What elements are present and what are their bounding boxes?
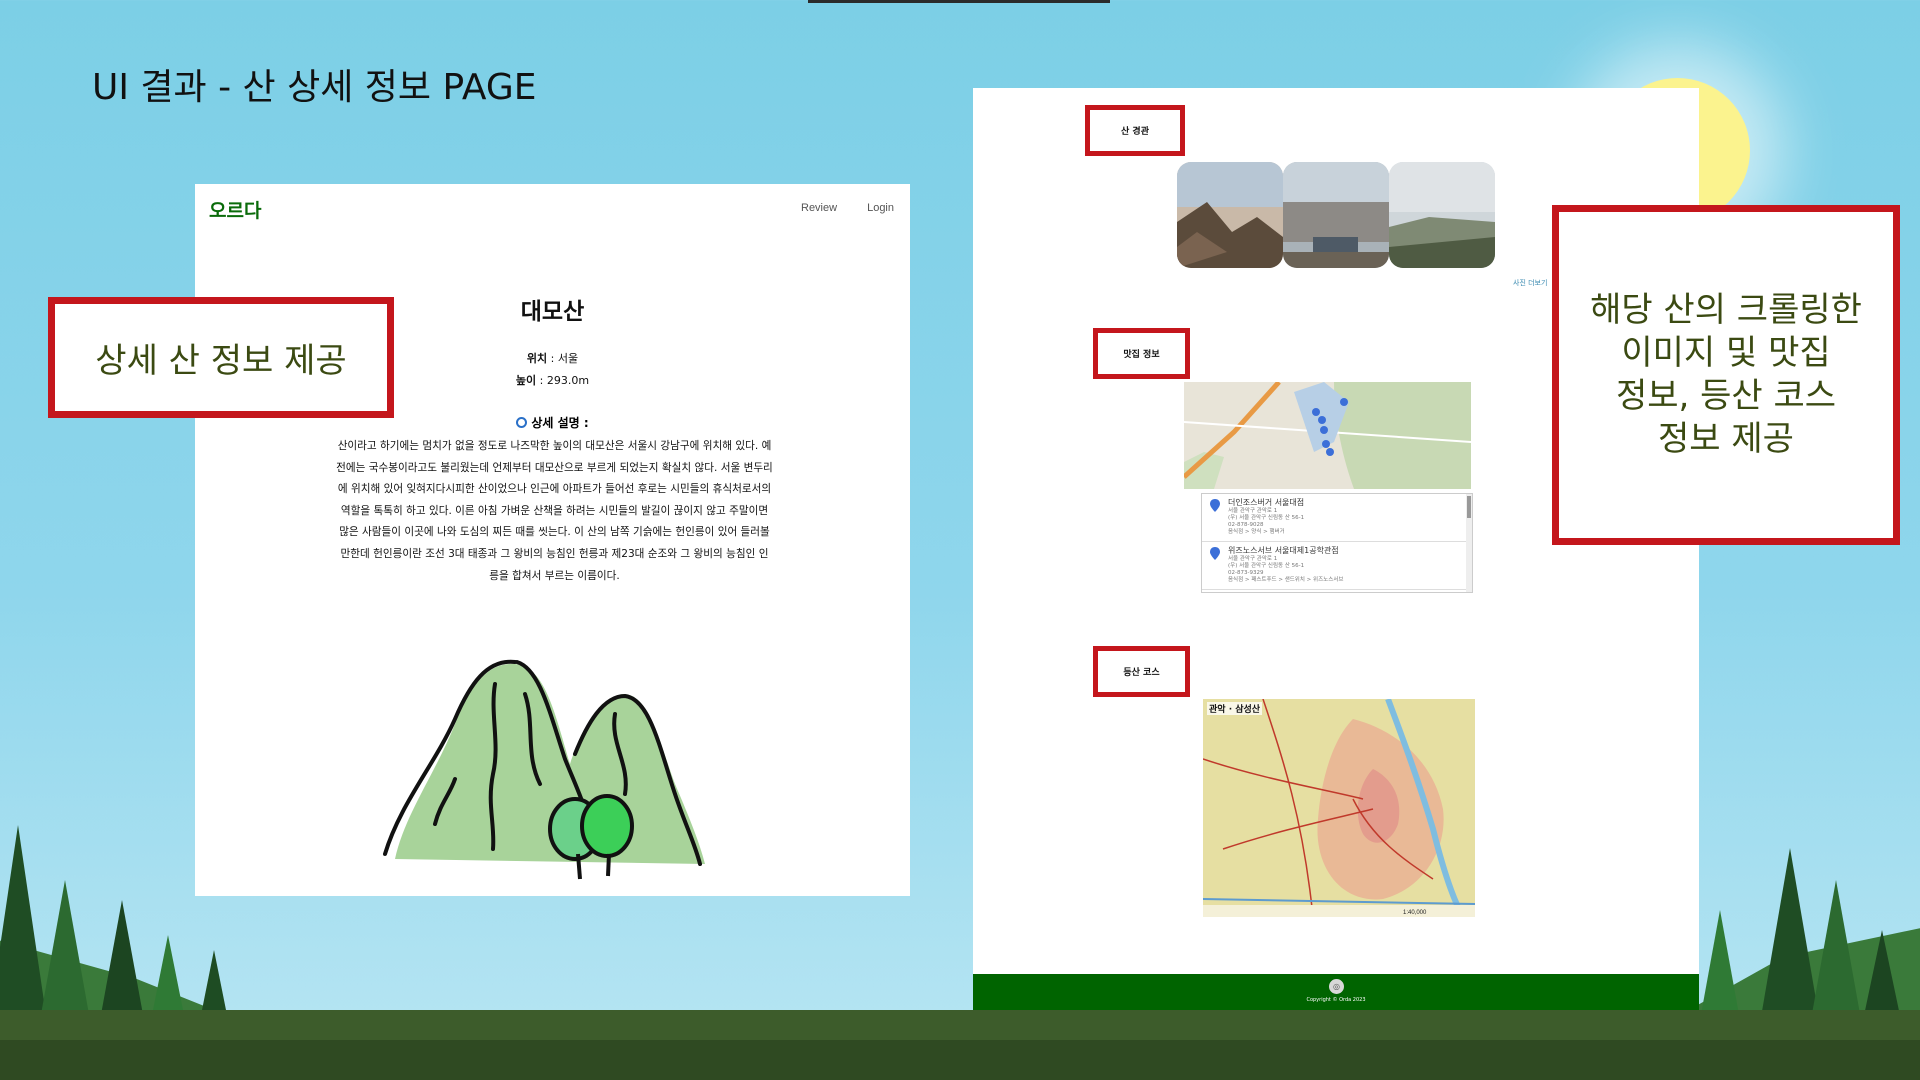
photo-image [1177,162,1283,268]
description-line: 만한데 헌인릉이란 조선 3대 태종과 그 왕비의 능침인 헌릉과 제23대 순… [340,547,769,560]
top-divider [808,0,1110,3]
nav-login-link[interactable]: Login [867,202,894,214]
restaurant-detail: 02-873-9329 [1228,570,1264,576]
location-value: : 서울 [547,352,579,365]
description-line: 릉을 합쳐서 부르는 이름이다. [489,569,620,582]
height-value: : 293.0m [536,374,590,387]
course-map-title: 관악 · 삼성산 [1207,702,1263,715]
callout-text: 상세 산 정보 제공 [95,341,347,381]
description-line: 에 위치해 있어 잊혀지다시피한 산이었으나 인근에 아파트가 들어선 후로는 … [337,483,772,496]
callout-text: 해당 산의 크롤링한 이미지 및 맛집 정보, 등산 코스 정보 제공 [1590,289,1862,461]
pine-tree-decoration [1810,880,1862,1025]
footer-copyright: Copyright © Orda 2023 [1306,997,1366,1003]
search-icon [516,417,528,428]
top-nav: Review Login [801,202,894,214]
site-footer: ◎ Copyright © Orda 2023 [973,974,1699,1010]
mountain-photo[interactable] [1389,162,1495,268]
list-item[interactable]: 위즈노스서브 서울대제1공학관점 서울 관악구 관악로 1 (우) 서울 관악구… [1202,542,1472,590]
more-photos-link[interactable]: 사진 더보기 [1513,278,1547,288]
mountain-illustration [383,659,705,880]
description-text: 산이라고 하기에는 멈치가 없을 정도로 나즈막한 높이의 대모산은 서울시 강… [327,436,782,587]
map-pin-icon [1210,547,1220,560]
mountain-detail-screenshot: 오르다 Review Login 대모산 위치 : 서울 높이 : 293.0m… [195,184,910,896]
restaurant-map[interactable] [1184,382,1471,489]
map-image [1184,382,1471,489]
ground-strip [0,1010,1920,1040]
section-label-view: 산 경관 [1085,105,1185,156]
site-logo[interactable]: 오르다 [209,196,261,223]
slide-title: UI 결과 - 산 상세 정보 PAGE [92,67,537,108]
restaurant-detail: (우) 서울 관악구 신림동 산 56-1 [1228,563,1305,569]
restaurant-detail: 음식점 > 패스트푸드 > 샌드위치 > 위즈노스서브 [1228,577,1344,583]
mountain-photo[interactable] [1283,162,1389,268]
restaurant-name[interactable]: 더인조스버거 서울대점 [1228,497,1466,508]
height-label: 높이 [515,374,537,387]
restaurant-detail: 서울 관악구 관악로 1 [1228,508,1278,514]
pine-tree-decoration [100,900,144,1020]
ground-strip [0,1040,1920,1080]
nav-review-link[interactable]: Review [801,202,837,214]
location-label: 위치 [526,352,548,365]
list-scrollbar[interactable] [1466,494,1472,592]
github-icon[interactable]: ◎ [1329,979,1344,994]
hiking-course-map[interactable]: 1:40,000 관악 · 삼성산 [1203,699,1475,917]
restaurant-detail: 서울 관악구 관악로 1 [1228,556,1278,562]
description-line: 많은 사람들이 이곳에 나와 도심의 찌든 때를 씻는다. 이 산의 남쪽 기슭… [339,526,770,539]
callout-line: 정보, 등산 코스 [1615,376,1837,416]
photo-image [1283,162,1389,268]
restaurant-name[interactable]: 위즈노스서브 서울대제1공학관점 [1228,545,1466,556]
restaurant-detail: (우) 서울 관악구 신림동 산 56-1 [1228,515,1305,521]
callout-line: 해당 산의 크롤링한 [1590,290,1862,330]
list-item[interactable]: 더인조스버거 서울대점 서울 관악구 관악로 1 (우) 서울 관악구 신림동 … [1202,494,1472,542]
mountain-photo[interactable] [1177,162,1283,268]
callout-line: 이미지 및 맛집 [1621,333,1831,373]
map-pin-icon [1210,499,1220,512]
pine-tree-decoration [1700,910,1740,1020]
course-map-scale: 1:40,000 [1403,910,1427,916]
description-title: 상세 설명 : [531,416,589,430]
course-map-image: 1:40,000 [1203,699,1475,917]
section-label-food: 맛집 정보 [1093,328,1190,379]
photo-image [1389,162,1495,268]
section-label-course: 등산 코스 [1093,646,1190,697]
description-line: 산이라고 하기에는 멈치가 없을 정도로 나즈막한 높이의 대모산은 서울시 강… [337,440,772,452]
callout-line: 정보 제공 [1658,419,1794,459]
pine-tree-decoration [40,880,90,1020]
restaurant-detail: 02-878-9028 [1228,522,1264,528]
callout-detail-info: 상세 산 정보 제공 [48,297,394,418]
restaurant-list[interactable]: 더인조스버거 서울대점 서울 관악구 관악로 1 (우) 서울 관악구 신림동 … [1201,493,1473,593]
callout-crawled-info: 해당 산의 크롤링한 이미지 및 맛집 정보, 등산 코스 정보 제공 [1552,205,1900,545]
description-line: 역할을 톡톡히 하고 있다. 이른 아침 가벼운 산책을 하려는 시민들의 발길… [340,504,769,517]
restaurant-detail: 음식점 > 양식 > 햄버거 [1228,529,1285,535]
description-line: 전에는 국수봉이라고도 불리웠는데 언제부터 대모산으로 부르게 되었는지 확실… [336,461,773,474]
